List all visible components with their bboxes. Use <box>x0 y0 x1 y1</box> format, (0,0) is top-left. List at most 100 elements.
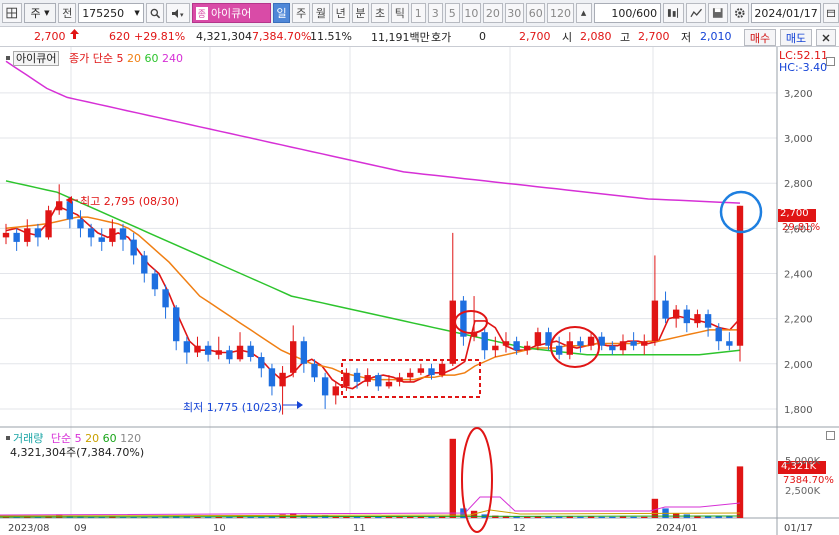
chevron-down-icon: ▼ <box>44 9 50 17</box>
date-tick-label: 09 <box>74 523 87 534</box>
price-tick-label: 3,000 <box>784 134 813 145</box>
candle-body <box>513 341 520 351</box>
interval-button[interactable]: 120 <box>547 3 574 23</box>
candle-body <box>290 341 297 373</box>
candle-body <box>98 237 105 242</box>
candle-body <box>449 300 456 364</box>
candle-body <box>141 255 148 274</box>
interval-button[interactable]: 30 <box>504 3 524 23</box>
candle-body <box>609 345 616 351</box>
candle-body <box>258 357 265 369</box>
candle-body <box>524 345 531 351</box>
interval-button[interactable]: 5 <box>444 3 460 23</box>
search-icon[interactable] <box>145 3 165 23</box>
candle-body <box>77 219 84 229</box>
stock-code-input[interactable]: 175250 ▼ <box>78 3 144 23</box>
interval-button[interactable]: 1 <box>410 3 426 23</box>
legend-marker-icon <box>6 56 10 60</box>
chart-area[interactable]: 1,800 2,000 2,200 2,400 2,600 2,800 3,000 3,200… <box>0 47 839 535</box>
interval-button[interactable]: 3 <box>427 3 443 23</box>
volume-axis-tick: 5,000K <box>785 456 821 467</box>
hc-value: HC:-3.40 <box>779 61 828 74</box>
candle-body <box>173 307 180 342</box>
tab-period-week[interactable]: 주 <box>292 3 311 23</box>
candle-body <box>236 345 244 360</box>
volume-bar <box>417 516 425 518</box>
price-tick-label: 2,800 <box>784 179 813 190</box>
line-chart-icon[interactable] <box>685 3 707 23</box>
volume-bar <box>736 466 744 518</box>
count-value: 100 <box>611 6 633 20</box>
candle-body <box>226 350 233 360</box>
interval-button[interactable]: 20 <box>483 3 503 23</box>
volume-bar <box>577 516 584 518</box>
tab-period-month[interactable]: 월 <box>312 3 330 23</box>
close-icon[interactable] <box>816 29 836 46</box>
gear-icon[interactable] <box>729 3 750 23</box>
open-price: 2,080 <box>580 30 612 43</box>
high-note: 최고 2,795 (08/30) <box>80 195 180 208</box>
volume-bar <box>587 516 595 518</box>
panel-toggle-icon[interactable] <box>826 431 835 440</box>
price-chart[interactable]: 1,8002,0002,2002,4002,6002,8003,0003,200… <box>0 47 839 535</box>
tab-period-minute[interactable]: 분 <box>351 3 370 23</box>
calendar-icon[interactable] <box>823 3 839 23</box>
volume-tag-pct: 7384.70% <box>783 475 834 486</box>
candle-body <box>109 228 116 242</box>
volume-bar <box>651 498 659 518</box>
candle-body <box>662 300 669 319</box>
candle-body <box>24 228 31 242</box>
interval-button[interactable]: 60 <box>526 3 546 23</box>
legend-marker-icon <box>6 436 10 440</box>
candle-body <box>534 332 542 346</box>
tab-period-second[interactable]: 초 <box>371 3 389 23</box>
svg-text:▾: ▾ <box>180 11 184 19</box>
price-tick-label: 2,400 <box>784 269 813 280</box>
save-icon[interactable] <box>708 3 728 23</box>
previous-button[interactable]: 전 <box>58 3 77 23</box>
tab-period-day[interactable]: 일 <box>272 3 291 23</box>
candle-body <box>13 232 20 242</box>
speaker-icon[interactable]: ▾ <box>166 3 190 23</box>
current-price-tag-value: 2,700 <box>780 208 809 219</box>
tab-period-year[interactable]: 년 <box>331 3 350 23</box>
market-select[interactable]: 주 ▼ <box>23 3 57 23</box>
candle-body <box>715 327 722 342</box>
chart-tools-icon[interactable] <box>663 3 684 23</box>
volume-summary: 4,321,304주(7,384.70%) <box>10 446 145 459</box>
toolbar: 주 ▼ 전 175250 ▼ ▾ 종 아이큐어 일 주 월 년 분 초 틱 1 3 … <box>0 0 839 27</box>
price-legend: 아이큐어 종가 단순 5 20 60 240 <box>6 50 183 66</box>
candle-body <box>704 314 712 328</box>
date-tick-label: 12 <box>513 523 526 534</box>
buy-button[interactable]: 매수 <box>744 29 776 46</box>
volume-bar <box>609 516 616 518</box>
hoga-label: 호가 <box>431 30 452 44</box>
ma-20-label: 20 <box>126 52 141 65</box>
candle-body <box>641 341 648 346</box>
volume-bar <box>385 517 393 518</box>
candle-body <box>151 273 159 290</box>
candle-body <box>683 309 691 324</box>
stock-name-badge[interactable]: 종 아이큐어 <box>191 3 271 23</box>
volume-bar <box>428 516 435 518</box>
candle-body <box>66 201 74 220</box>
candle-body <box>492 345 499 351</box>
panel-toggle-icon[interactable] <box>826 57 835 66</box>
candle-body <box>2 232 10 238</box>
spin-icon[interactable]: ▲ <box>575 3 592 23</box>
candle-body <box>353 372 361 382</box>
volume-bar <box>407 516 414 518</box>
candle-body <box>481 332 488 351</box>
date-input[interactable]: 2024/01/17 <box>751 3 822 23</box>
tab-period-tick[interactable]: 틱 <box>390 3 409 23</box>
stock-label[interactable]: 아이큐어 <box>13 51 60 66</box>
ma-5-label: 5 <box>116 52 124 65</box>
count-input[interactable]: 100/600 <box>593 3 662 23</box>
low-label: 저 <box>681 30 692 44</box>
grid-icon[interactable] <box>2 3 22 23</box>
candle-body <box>194 345 201 353</box>
price-tick-label: 3,200 <box>784 89 813 100</box>
sell-button[interactable]: 매도 <box>780 29 812 46</box>
candle-body <box>619 341 627 351</box>
interval-button[interactable]: 10 <box>461 3 482 23</box>
